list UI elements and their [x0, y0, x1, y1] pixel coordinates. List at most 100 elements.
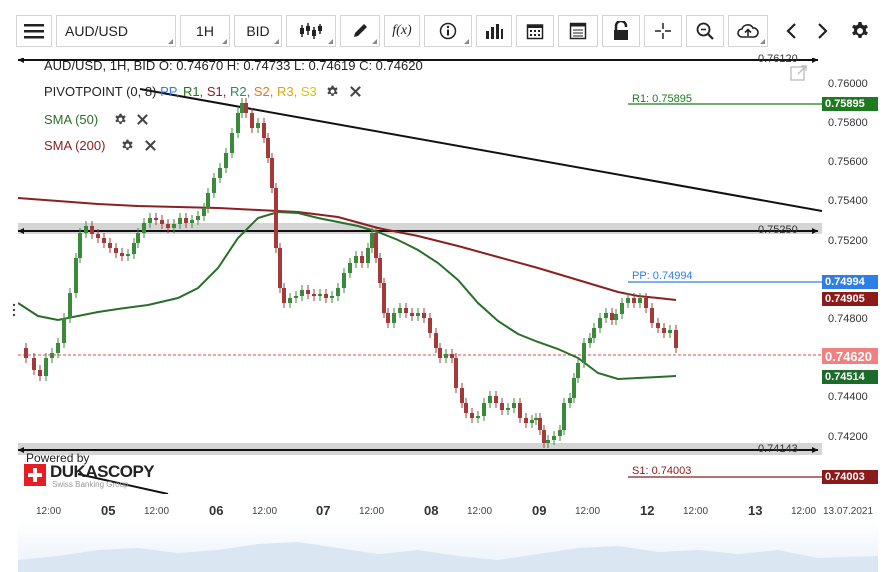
candle-body — [50, 353, 54, 358]
x-tick: 12:00 — [359, 506, 385, 517]
candle-body — [218, 168, 222, 178]
overview-area — [18, 542, 878, 572]
s1-price-tag: 0.74003 — [822, 470, 878, 484]
candle-body — [136, 233, 140, 243]
sma50-legend: SMA (50) — [44, 112, 149, 127]
candle-body — [370, 233, 374, 248]
candle-body — [278, 248, 282, 288]
y-tick: 0.74400 — [828, 391, 868, 403]
candle-body — [454, 358, 458, 388]
price-type-select[interactable]: BID — [234, 15, 282, 47]
zoom-button[interactable] — [686, 15, 724, 47]
crosshair-button[interactable] — [644, 15, 682, 47]
candle-body — [312, 294, 316, 296]
overview-navigator[interactable] — [18, 520, 878, 572]
template-button[interactable] — [558, 15, 598, 47]
candle-body — [656, 323, 660, 328]
pp-price-tag: 0.74994 — [822, 275, 878, 289]
y-tick: 0.76000 — [828, 78, 868, 90]
candle-body — [438, 348, 442, 358]
share-button[interactable] — [728, 15, 768, 47]
symbol-select[interactable]: AUD/USD — [56, 15, 176, 47]
lock-button[interactable] — [602, 15, 640, 47]
candle-body — [576, 363, 580, 378]
r1-label: R1: 0.75895 — [632, 93, 692, 105]
sma200-name: SMA (200) — [44, 138, 106, 153]
sma200-legend: SMA (200) — [44, 138, 157, 153]
x-tick-day: 13 — [748, 503, 763, 518]
calendar-button[interactable] — [516, 15, 554, 47]
candle-body — [588, 338, 592, 343]
chart-area[interactable]: AUD/USD, 1H, BID O: 0.74670 H: 0.74733 L… — [18, 53, 822, 545]
next-button[interactable] — [809, 15, 837, 47]
candle-body — [62, 318, 66, 343]
candle-body — [530, 420, 534, 423]
candle-body — [78, 233, 82, 258]
candle-body — [120, 253, 124, 256]
expand-icon — [790, 65, 807, 81]
candle-body — [674, 330, 678, 348]
sma200-price-tag: 0.74905 — [822, 292, 878, 306]
x-tick-date: 13.07.2021 — [823, 506, 874, 517]
draw-button[interactable] — [340, 15, 380, 47]
sma50-remove-close-icon[interactable] — [136, 113, 149, 126]
candle-body — [74, 258, 78, 293]
candle-body — [434, 333, 438, 348]
candle-body — [572, 378, 576, 398]
pivot-remove-close-icon[interactable] — [349, 85, 362, 98]
candle-body — [288, 298, 292, 303]
candle-body — [614, 314, 618, 320]
candle-body — [506, 408, 510, 410]
pivot-r1: R1, — [182, 84, 204, 99]
sma50-name: SMA (50) — [44, 112, 99, 127]
candle-body — [524, 418, 528, 423]
settings-button[interactable] — [845, 15, 875, 47]
menu-button[interactable] — [16, 15, 52, 47]
candle-body — [56, 343, 60, 353]
volume-button[interactable] — [476, 15, 512, 47]
candle-body — [166, 224, 170, 228]
chevron-left-icon — [786, 23, 796, 39]
pivot-settings-gear-icon[interactable] — [326, 85, 339, 98]
x-tick-day: 06 — [209, 503, 224, 518]
candle-body — [598, 318, 602, 328]
hamburger-icon — [24, 24, 44, 39]
pivot-r2: R2, — [229, 84, 251, 99]
s1-label: S1: 0.74003 — [632, 465, 692, 477]
candle-body — [488, 396, 492, 403]
indicators-button[interactable]: f(x) — [384, 15, 420, 47]
timeframe-select[interactable]: 1H — [180, 15, 230, 47]
sma50-settings-gear-icon[interactable] — [114, 113, 127, 126]
y-tick: 0.74200 — [828, 431, 868, 443]
info-icon — [439, 22, 457, 40]
r1-price-tag: 0.75895 — [822, 97, 878, 111]
x-tick-day: 05 — [101, 503, 116, 518]
sma200-settings-gear-icon[interactable] — [121, 139, 134, 152]
info-button[interactable] — [424, 15, 472, 47]
detach-button[interactable] — [790, 64, 808, 82]
candle-body — [582, 343, 586, 363]
level-label-mid: 0.75250 — [758, 224, 798, 236]
sma200-remove-close-icon[interactable] — [144, 139, 157, 152]
candle-body — [428, 318, 432, 333]
candle-body — [552, 436, 556, 440]
zoom-icon — [696, 22, 714, 40]
candle-body — [32, 358, 36, 370]
candle-body — [250, 113, 254, 128]
y-tick: 0.75600 — [828, 156, 868, 168]
pivot-r3: R3, — [276, 84, 298, 99]
candle-body — [568, 398, 572, 403]
sma50-price-tag: 0.74514 — [822, 370, 878, 384]
chart-type-button[interactable] — [286, 15, 336, 47]
candle-body — [274, 188, 278, 248]
left-drag-handle[interactable] — [12, 302, 16, 318]
candle-body — [244, 103, 248, 113]
candle-body — [172, 224, 176, 228]
candle-body — [650, 308, 654, 323]
candle-body — [620, 303, 624, 314]
brand-name: DUKASCOPY — [50, 462, 155, 481]
prev-button[interactable] — [777, 15, 805, 47]
candle-body — [482, 403, 486, 416]
candle-body — [382, 283, 386, 313]
candle-body — [84, 226, 88, 233]
